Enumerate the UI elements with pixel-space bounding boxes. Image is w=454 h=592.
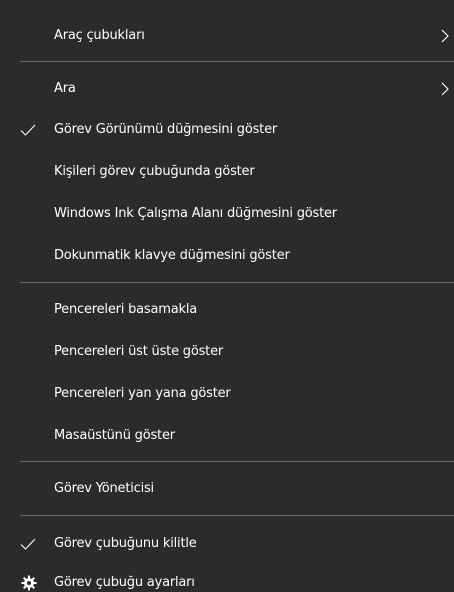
checkmark-icon <box>20 124 36 136</box>
menu-item-label: Araç çubukları <box>54 28 145 43</box>
menu-item-label: Masaüstünü göster <box>54 428 175 443</box>
menu-separator <box>20 282 454 283</box>
menu-separator <box>20 515 454 516</box>
menu-item-label: Dokunmatik klavye düğmesini göster <box>54 248 290 263</box>
menu-separator <box>20 461 454 462</box>
menu-item-taskbar-settings[interactable]: Görev çubuğu ayarları <box>0 566 454 592</box>
menu-item-show-touch-keyboard-button[interactable]: Dokunmatik klavye düğmesini göster <box>0 239 454 273</box>
menu-item-label: Görev çubuğu ayarları <box>54 575 195 590</box>
menu-item-label: Pencereleri yan yana göster <box>54 386 231 401</box>
menu-item-stack-windows[interactable]: Pencereleri üst üste göster <box>0 335 454 369</box>
menu-item-label: Windows Ink Çalışma Alanı düğmesini göst… <box>54 206 337 221</box>
menu-item-show-people[interactable]: Kişileri görev çubuğunda göster <box>0 155 454 189</box>
menu-top-edge <box>0 0 454 2</box>
menu-item-label: Ara <box>54 81 76 96</box>
chevron-right-icon <box>441 82 449 96</box>
menu-item-label: Pencereleri üst üste göster <box>54 344 224 359</box>
menu-item-toolbars[interactable]: Araç çubukları <box>0 19 454 53</box>
menu-item-task-manager[interactable]: Görev Yöneticisi <box>0 472 454 506</box>
menu-item-label: Görev çubuğunu kilitle <box>54 536 197 551</box>
menu-item-show-desktop[interactable]: Masaüstünü göster <box>0 419 454 453</box>
menu-item-show-windows-ink-button[interactable]: Windows Ink Çalışma Alanı düğmesini göst… <box>0 197 454 231</box>
menu-separator <box>20 61 454 62</box>
menu-item-label: Kişileri görev çubuğunda göster <box>54 164 255 179</box>
menu-item-label: Görev Görünümü düğmesini göster <box>54 122 278 137</box>
checkmark-icon <box>20 538 36 550</box>
menu-item-cascade-windows[interactable]: Pencereleri basamakla <box>0 293 454 327</box>
menu-item-label: Pencereleri basamakla <box>54 302 198 317</box>
menu-item-lock-taskbar[interactable]: Görev çubuğunu kilitle <box>0 527 454 561</box>
menu-item-search[interactable]: Ara <box>0 72 454 106</box>
menu-item-side-by-side-windows[interactable]: Pencereleri yan yana göster <box>0 377 454 411</box>
gear-icon <box>21 575 37 591</box>
chevron-right-icon <box>441 29 449 43</box>
menu-item-label: Görev Yöneticisi <box>54 481 154 496</box>
taskbar-context-menu: Araç çubukları Ara Görev Görünümü düğmes… <box>0 0 454 592</box>
menu-item-show-task-view-button[interactable]: Görev Görünümü düğmesini göster <box>0 113 454 147</box>
